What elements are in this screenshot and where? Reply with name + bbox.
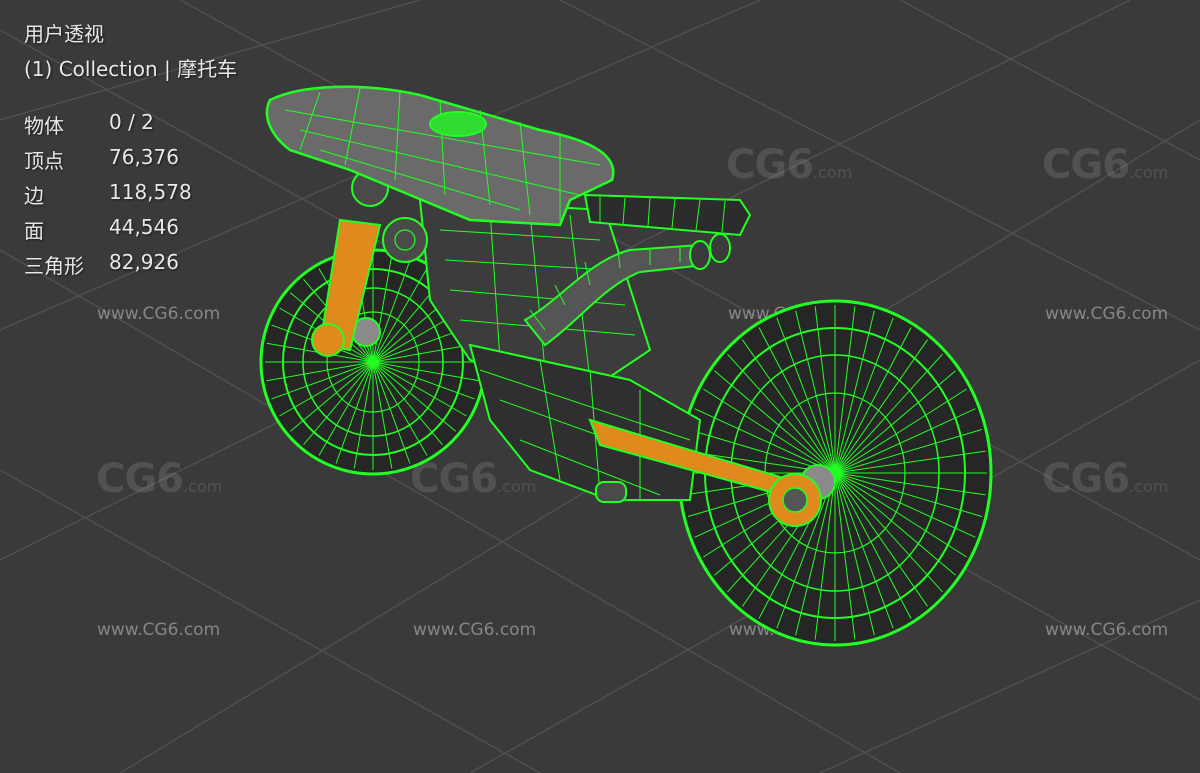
collection-label: (1) Collection | 摩托车 <box>24 57 238 81</box>
stat-value: 76,376 <box>109 145 179 169</box>
stat-label: 顶点 <box>24 149 64 173</box>
stat-value: 44,546 <box>109 215 179 239</box>
tank-body[interactable] <box>265 85 615 227</box>
motorcycle-icon <box>259 85 993 647</box>
3d-viewport[interactable]: CG6.com CG6.com CG6.com CG6.com CG6.com … <box>0 0 1200 773</box>
stat-label: 物体 <box>24 114 64 138</box>
stat-value: 0 / 2 <box>109 110 154 134</box>
stat-label: 面 <box>24 219 44 243</box>
stat-value: 118,578 <box>109 180 192 204</box>
motorcycle-model[interactable] <box>0 0 1200 773</box>
stat-label: 三角形 <box>24 254 84 278</box>
stat-value: 82,926 <box>109 250 179 274</box>
stat-label: 边 <box>24 184 44 208</box>
view-name-label: 用户透视 <box>24 22 104 46</box>
